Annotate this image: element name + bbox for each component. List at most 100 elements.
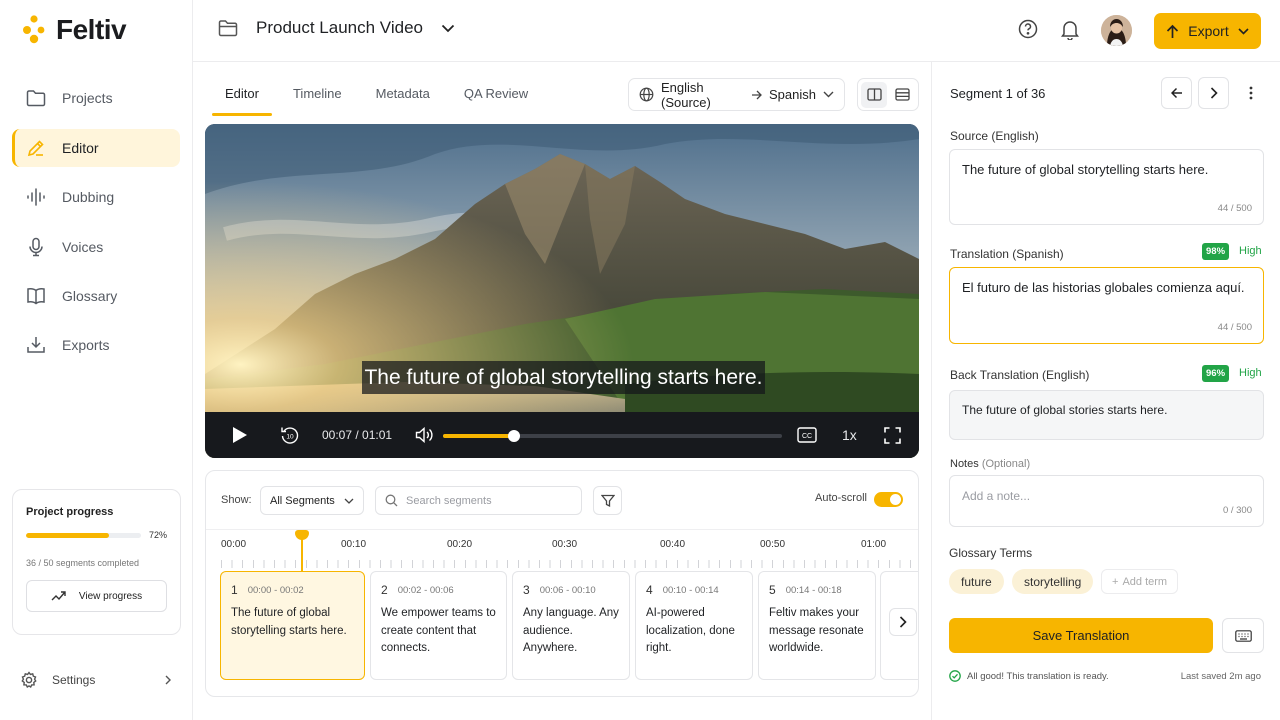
microphone-icon [26, 237, 46, 257]
ruler-label: 01:00 [861, 539, 887, 550]
segment-number: 3 [523, 583, 530, 597]
seek-handle[interactable] [508, 430, 521, 442]
next-segment-button[interactable] [1198, 77, 1229, 109]
list-view-button[interactable] [889, 82, 915, 108]
pencil-icon [26, 138, 46, 158]
segment-card[interactable]: 2 00:02 - 00:06 We empower teams to creat… [370, 571, 507, 680]
settings-link[interactable]: Settings [20, 671, 172, 689]
char-counter: 44 / 500 [1217, 321, 1252, 333]
glossary-term-chip[interactable]: storytelling [1012, 569, 1094, 594]
video-seek-bar[interactable] [443, 430, 782, 442]
trend-line-icon [51, 590, 67, 602]
sidebar-item-label: Voices [62, 239, 104, 255]
notes-label-text: Notes [950, 458, 979, 470]
segment-text: AI-powered localization, done right. [646, 607, 735, 654]
video-time: 00:07 / 01:01 [322, 428, 393, 442]
video-player[interactable]: The future of global storytelling starts… [205, 124, 919, 458]
sidebar-item-voices[interactable]: Voices [12, 228, 180, 266]
filter-button[interactable] [593, 486, 622, 515]
progress-bar-fill [26, 532, 109, 538]
avatar[interactable] [1101, 15, 1132, 46]
play-icon[interactable] [232, 426, 248, 444]
glossary-label: Glossary Terms [949, 546, 1033, 560]
app-logo[interactable]: Feltiv [22, 14, 127, 46]
back-translation-score-badge: 96% [1202, 365, 1230, 382]
segment-time: 00:00 - 00:02 [247, 584, 304, 596]
tab-metadata[interactable]: Metadata [363, 78, 443, 116]
segment-filter-select[interactable]: All Segments [260, 486, 364, 515]
segment-card[interactable]: 4 00:10 - 00:14 AI-powered localization, … [635, 571, 753, 680]
segment-text: The future of global storytelling starts… [231, 607, 347, 637]
status-message: All good! This translation is ready. [949, 670, 1109, 682]
ruler-label: 00:30 [552, 539, 578, 550]
more-options-icon[interactable] [1249, 86, 1253, 100]
segment-number: 2 [381, 583, 388, 597]
project-selector[interactable]: Product Launch Video [218, 18, 455, 38]
export-button[interactable]: Export [1154, 13, 1261, 49]
translation-input[interactable]: El futuro de las historias globales comi… [949, 267, 1264, 344]
fullscreen-icon[interactable] [884, 427, 901, 444]
notes-label: Notes (Optional) [950, 458, 1030, 470]
bell-icon[interactable] [1060, 19, 1080, 40]
progress-percent: 72% [148, 530, 167, 540]
keyboard-shortcuts-button[interactable] [1222, 618, 1264, 653]
rewind-icon[interactable]: 10 [280, 425, 300, 445]
next-segments-button[interactable] [889, 608, 917, 636]
chevron-right-icon [899, 616, 907, 628]
sidebar-item-editor[interactable]: Editor [12, 129, 180, 167]
tab-editor[interactable]: Editor [212, 78, 272, 116]
sidebar-item-exports[interactable]: Exports [12, 326, 180, 364]
autoscroll-toggle[interactable] [874, 492, 903, 507]
sidebar-item-glossary[interactable]: Glossary [12, 277, 180, 315]
closed-captions-icon[interactable]: CC [797, 427, 817, 443]
svg-text:10: 10 [286, 434, 294, 441]
segment-card[interactable]: 1 00:00 - 00:02 The future of global stor… [220, 571, 365, 680]
segment-card[interactable]: 3 00:06 - 00:10 Any language. Any audienc… [512, 571, 630, 680]
back-translation-quality: High [1239, 367, 1262, 379]
help-icon[interactable] [1018, 19, 1038, 39]
check-circle-icon [949, 670, 961, 682]
search-placeholder: Search segments [406, 494, 492, 507]
translation-label: Translation (Spanish) [950, 247, 1064, 261]
source-text-field: The future of global storytelling starts… [949, 149, 1264, 225]
segment-number: 4 [646, 583, 653, 597]
glossary-term-chip[interactable]: future [949, 569, 1004, 594]
arrow-right-icon [751, 90, 762, 100]
volume-icon[interactable] [415, 427, 433, 443]
sidebar-item-label: Projects [62, 90, 113, 106]
tab-timeline[interactable]: Timeline [280, 78, 355, 116]
timeline-playhead[interactable] [295, 530, 309, 571]
gear-icon [20, 671, 38, 689]
notes-input[interactable]: Add a note... 0 / 300 [949, 475, 1264, 527]
sidebar-item-label: Exports [62, 337, 110, 353]
segment-time: 00:02 - 00:06 [397, 584, 454, 596]
segment-time: 00:14 - 00:18 [785, 584, 842, 596]
add-term-button[interactable]: + Add term [1101, 569, 1179, 594]
segment-number: 5 [769, 583, 776, 597]
tab-qa-review[interactable]: QA Review [451, 78, 541, 116]
back-translation-text: The future of global stories starts here… [962, 403, 1168, 417]
previous-segment-button[interactable] [1161, 77, 1192, 109]
segments-panel: Show: All Segments Search segments Auto-… [205, 470, 919, 697]
segment-card[interactable]: 5 00:14 - 00:18 Feltiv makes your message… [758, 571, 876, 680]
back-translation-label: Back Translation (English) [950, 368, 1090, 382]
language-pair-selector[interactable]: English (Source) Spanish [628, 78, 845, 111]
playback-speed[interactable]: 1x [842, 427, 857, 443]
source-text: The future of global storytelling starts… [962, 162, 1209, 177]
timeline-ruler[interactable]: 00:00 00:10 00:20 00:30 00:40 00:50 01:0… [206, 529, 918, 571]
save-translation-button[interactable]: Save Translation [949, 618, 1213, 653]
folder-icon [26, 89, 46, 107]
split-view-button[interactable] [861, 81, 887, 108]
project-progress-card: Project progress 72% 36 / 50 segments co… [12, 489, 181, 635]
list-view-icon [894, 88, 910, 101]
video-subtitle: The future of global storytelling starts… [362, 361, 765, 394]
sidebar-item-dubbing[interactable]: Dubbing [12, 178, 180, 216]
status-text: All good! This translation is ready. [967, 670, 1109, 682]
add-term-label: Add term [1122, 575, 1168, 588]
chevron-right-icon [164, 675, 172, 685]
export-label: Export [1188, 23, 1229, 39]
sidebar-item-projects[interactable]: Projects [12, 79, 180, 117]
segment-time: 00:06 - 00:10 [539, 584, 596, 596]
view-progress-button[interactable]: View progress [26, 580, 167, 612]
segment-search-input[interactable]: Search segments [375, 486, 582, 515]
